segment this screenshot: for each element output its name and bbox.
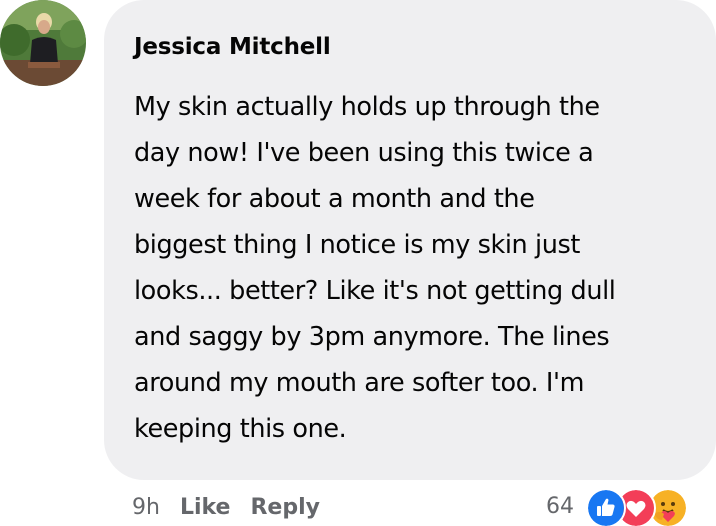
- reactions-summary[interactable]: 64: [546, 486, 690, 526]
- like-icon: [586, 488, 626, 526]
- comment-actions: 9h Like Reply: [132, 492, 340, 522]
- reply-button[interactable]: Reply: [250, 495, 320, 520]
- reaction-icons[interactable]: [586, 486, 690, 526]
- comment-bubble: Jessica Mitchell My skin actually holds …: [104, 0, 716, 480]
- avatar[interactable]: [0, 0, 86, 86]
- comment-text: My skin actually holds up through the da…: [134, 92, 616, 444]
- comment-page: Jessica Mitchell My skin actually holds …: [0, 0, 716, 526]
- reaction-count[interactable]: 64: [546, 494, 574, 519]
- like-button[interactable]: Like: [180, 495, 231, 520]
- comment-timestamp[interactable]: 9h: [132, 495, 160, 520]
- comment-author[interactable]: Jessica Mitchell: [134, 32, 688, 62]
